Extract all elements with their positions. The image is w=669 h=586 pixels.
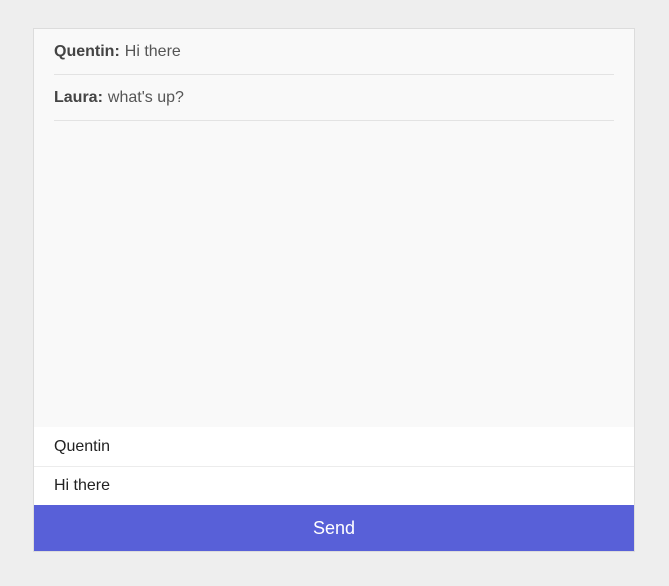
name-input[interactable] <box>34 427 634 466</box>
send-button[interactable]: Send <box>34 505 634 551</box>
message-author: Quentin: <box>54 42 120 60</box>
message-field-row <box>34 466 634 505</box>
name-field-row <box>34 427 634 466</box>
chat-panel: Quentin: Hi there Laura: what's up? Send <box>33 28 635 552</box>
message-input[interactable] <box>34 467 634 505</box>
message-text: what's up? <box>107 88 184 106</box>
message-list: Quentin: Hi there Laura: what's up? <box>34 29 634 427</box>
list-item: Quentin: Hi there <box>54 29 614 75</box>
message-text: Hi there <box>124 42 181 60</box>
list-item: Laura: what's up? <box>54 75 614 121</box>
message-author: Laura: <box>54 88 103 106</box>
